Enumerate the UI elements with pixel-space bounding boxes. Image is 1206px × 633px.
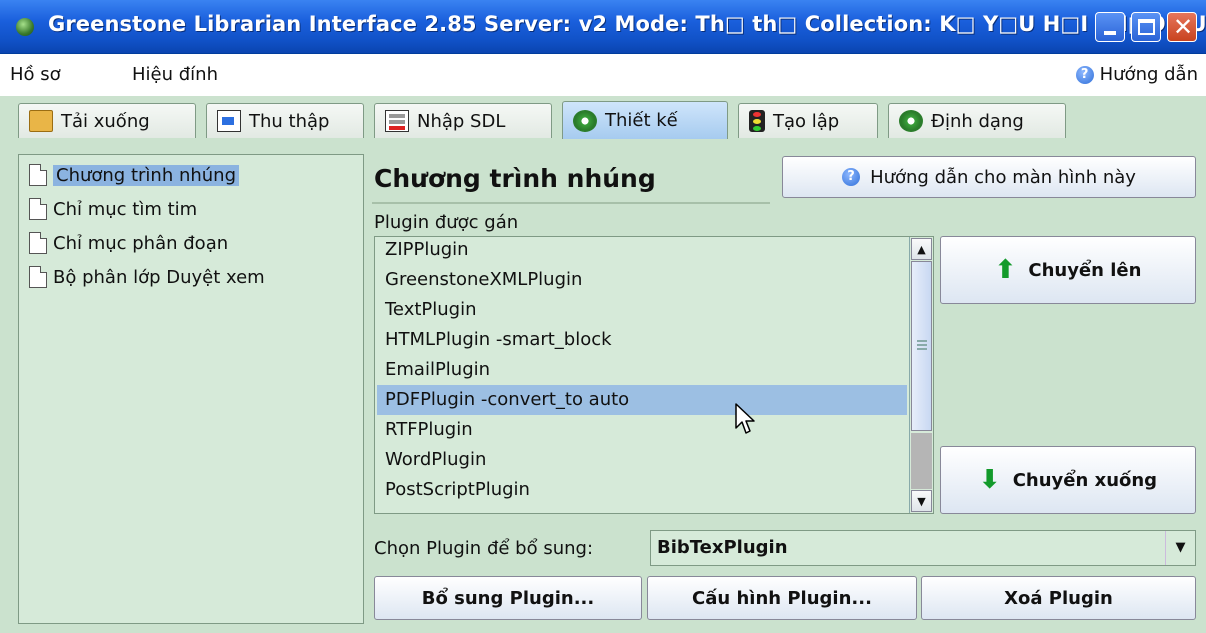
grip-icon bbox=[917, 340, 927, 342]
sidebar-item-label: Chương trình nhúng bbox=[53, 164, 240, 186]
gather-document-icon bbox=[217, 110, 241, 132]
list-item[interactable]: HTMLPlugin -smart_block bbox=[377, 325, 907, 355]
sidebar-item-plugins[interactable]: Chương trình nhúng bbox=[29, 161, 240, 189]
menu-help[interactable]: ? Hướng dẫn bbox=[1075, 64, 1198, 85]
list-item[interactable]: TextPlugin bbox=[377, 295, 907, 325]
chevron-up-icon: ▲ bbox=[917, 242, 926, 256]
window-title: Greenstone Librarian Interface 2.85 Serv… bbox=[48, 12, 1206, 36]
help-icon: ? bbox=[842, 168, 861, 186]
mouse-cursor-icon bbox=[735, 403, 755, 434]
move-down-button[interactable]: ⬇ Chuyển xuống bbox=[940, 446, 1196, 514]
assigned-plugins-list[interactable]: ZIPPlugin GreenstoneXMLPlugin TextPlugin… bbox=[374, 236, 934, 514]
menu-file[interactable]: Hồ sơ bbox=[10, 64, 61, 85]
arrow-down-icon: ⬇ bbox=[978, 465, 1001, 495]
file-icon bbox=[29, 164, 47, 186]
screen-help-label: Hướng dẫn cho màn hình này bbox=[870, 166, 1136, 188]
sidebar-item-partition-indexes[interactable]: Chỉ mục phân đoạn bbox=[29, 229, 228, 257]
close-icon: ✕ bbox=[1173, 13, 1194, 41]
menu-edit[interactable]: Hiệu đính bbox=[132, 64, 218, 85]
assigned-plugins-label: Plugin được gán bbox=[374, 212, 519, 233]
configure-plugin-button[interactable]: Cấu hình Plugin... bbox=[647, 576, 917, 620]
tab-label: Thu thập bbox=[249, 110, 330, 132]
list-item[interactable]: WordPlugin bbox=[377, 445, 907, 475]
gear-icon bbox=[899, 110, 923, 132]
tab-label: Định dạng bbox=[931, 110, 1024, 132]
scroll-up-button[interactable]: ▲ bbox=[911, 238, 932, 260]
chevron-down-icon: ▼ bbox=[917, 494, 926, 508]
plugin-select[interactable]: BibTexPlugin ▼ bbox=[650, 530, 1196, 566]
move-up-label: Chuyển lên bbox=[1028, 259, 1142, 281]
title-bar: Greenstone Librarian Interface 2.85 Serv… bbox=[0, 0, 1206, 54]
list-item[interactable]: PostScriptPlugin bbox=[377, 475, 907, 505]
sidebar-item-label: Chỉ mục tìm tim bbox=[53, 198, 198, 220]
remove-plugin-button[interactable]: Xoá Plugin bbox=[921, 576, 1196, 620]
list-scrollbar[interactable]: ▲ ▼ bbox=[909, 237, 933, 513]
tab-create[interactable]: Tạo lập bbox=[738, 103, 878, 138]
tab-label: Tạo lập bbox=[773, 110, 840, 132]
metadata-edit-icon bbox=[385, 110, 409, 132]
scroll-track[interactable] bbox=[911, 433, 932, 489]
help-icon: ? bbox=[1075, 65, 1094, 84]
sidebar-item-browsing-classifiers[interactable]: Bộ phân lớp Duyệt xem bbox=[29, 263, 265, 291]
move-up-button[interactable]: ⬆ Chuyển lên bbox=[940, 236, 1196, 304]
gear-icon bbox=[573, 109, 597, 132]
sidebar-item-label: Chỉ mục phân đoạn bbox=[53, 232, 229, 254]
tab-bar: Tải xuống Thu thập Nhập SDL Thiết kế Tạo… bbox=[0, 96, 1206, 144]
maximize-icon bbox=[1138, 19, 1155, 35]
menu-help-label: Hướng dẫn bbox=[1099, 64, 1198, 85]
list-item[interactable]: EmailPlugin bbox=[377, 355, 907, 385]
arrow-up-icon: ⬆ bbox=[994, 255, 1017, 285]
scroll-down-button[interactable]: ▼ bbox=[911, 490, 932, 512]
tab-label: Thiết kế bbox=[605, 110, 678, 131]
download-folder-icon bbox=[29, 110, 53, 132]
tab-format[interactable]: Định dạng bbox=[888, 103, 1066, 138]
sidebar-item-search-indexes[interactable]: Chỉ mục tìm tim bbox=[29, 195, 197, 223]
chevron-down-icon[interactable]: ▼ bbox=[1165, 531, 1195, 565]
tab-enrich[interactable]: Nhập SDL bbox=[374, 103, 552, 138]
list-item[interactable]: GreenstoneXMLPlugin bbox=[377, 265, 907, 295]
add-plugin-button[interactable]: Bổ sung Plugin... bbox=[374, 576, 642, 620]
scroll-thumb[interactable] bbox=[911, 261, 932, 431]
file-icon bbox=[29, 232, 47, 254]
list-item[interactable]: ZIPPlugin bbox=[377, 237, 907, 265]
plugin-select-value: BibTexPlugin bbox=[657, 537, 788, 558]
select-plugin-label: Chọn Plugin để bổ sung: bbox=[374, 538, 594, 559]
close-button[interactable]: ✕ bbox=[1167, 12, 1197, 42]
tab-download[interactable]: Tải xuống bbox=[18, 103, 196, 138]
list-item[interactable]: RTFPlugin bbox=[377, 415, 907, 445]
file-icon bbox=[29, 198, 47, 220]
move-down-label: Chuyển xuống bbox=[1012, 469, 1158, 491]
design-pane: Chương trình nhúng Chỉ mục tìm tim Chỉ m… bbox=[0, 144, 1206, 633]
menu-bar: Hồ sơ Hiệu đính ? Hướng dẫn bbox=[0, 58, 1206, 94]
traffic-light-icon bbox=[749, 110, 765, 132]
minimize-button[interactable] bbox=[1095, 12, 1125, 42]
design-sidebar: Chương trình nhúng Chỉ mục tìm tim Chỉ m… bbox=[18, 154, 364, 624]
screen-help-button[interactable]: ? Hướng dẫn cho màn hình này bbox=[782, 156, 1196, 198]
maximize-button[interactable] bbox=[1131, 12, 1161, 42]
minimize-icon bbox=[1104, 31, 1116, 35]
page-title: Chương trình nhúng bbox=[374, 164, 656, 193]
file-icon bbox=[29, 266, 47, 288]
tab-label: Nhập SDL bbox=[417, 110, 506, 132]
title-divider bbox=[372, 202, 770, 204]
tab-label: Tải xuống bbox=[61, 110, 150, 132]
tab-gather[interactable]: Thu thập bbox=[206, 103, 364, 138]
list-item-selected[interactable]: PDFPlugin -convert_to auto bbox=[377, 385, 907, 415]
greenstone-app-icon bbox=[16, 18, 34, 36]
tab-design[interactable]: Thiết kế bbox=[562, 101, 728, 139]
sidebar-item-label: Bộ phân lớp Duyệt xem bbox=[53, 266, 265, 288]
